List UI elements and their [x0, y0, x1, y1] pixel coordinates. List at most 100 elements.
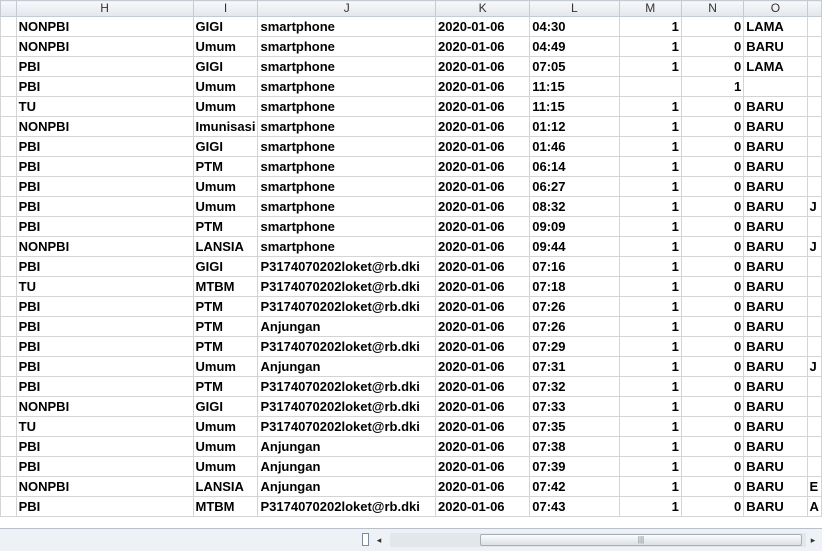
cell-p[interactable]: A: [806, 496, 822, 517]
cell-i[interactable]: Umum: [192, 436, 259, 457]
cell-g[interactable]: [0, 236, 17, 257]
cell-j[interactable]: smartphone: [257, 76, 437, 97]
cell-p[interactable]: [806, 156, 822, 177]
cell-n[interactable]: 0: [680, 496, 745, 517]
cell-m[interactable]: 1: [618, 256, 682, 277]
cell-l[interactable]: 04:49: [529, 36, 620, 57]
cell-k[interactable]: 2020-01-06: [435, 376, 531, 397]
cell-o[interactable]: BARU: [743, 216, 808, 237]
cell-p[interactable]: [806, 296, 822, 317]
cell-h[interactable]: TU: [15, 276, 194, 297]
cell-m[interactable]: 1: [618, 16, 682, 37]
cell-h[interactable]: NONPBI: [15, 236, 194, 257]
cell-n[interactable]: 0: [680, 156, 745, 177]
cell-l[interactable]: 04:30: [529, 16, 620, 37]
cell-g[interactable]: [0, 456, 17, 477]
cell-p[interactable]: [806, 376, 822, 397]
cell-p[interactable]: E: [806, 476, 822, 497]
cell-n[interactable]: 0: [680, 296, 745, 317]
cell-m[interactable]: 1: [618, 236, 682, 257]
cell-k[interactable]: 2020-01-06: [435, 216, 531, 237]
cell-j[interactable]: smartphone: [257, 216, 437, 237]
cell-j[interactable]: smartphone: [257, 156, 437, 177]
cell-h[interactable]: NONPBI: [15, 396, 194, 417]
cell-p[interactable]: [806, 216, 822, 237]
cell-g[interactable]: [0, 416, 17, 437]
cell-j[interactable]: Anjungan: [257, 476, 437, 497]
cell-p[interactable]: [806, 276, 822, 297]
cell-p[interactable]: [806, 96, 822, 117]
cell-o[interactable]: BARU: [743, 96, 808, 117]
cell-j[interactable]: smartphone: [257, 116, 437, 137]
cell-p[interactable]: [806, 256, 822, 277]
cell-n[interactable]: 0: [680, 376, 745, 397]
cell-j[interactable]: Anjungan: [257, 456, 437, 477]
cell-m[interactable]: 1: [618, 116, 682, 137]
cell-g[interactable]: [0, 36, 17, 57]
cell-o[interactable]: BARU: [743, 476, 808, 497]
cell-j[interactable]: Anjungan: [257, 356, 437, 377]
cell-i[interactable]: MTBM: [192, 276, 259, 297]
column-header-o[interactable]: O: [743, 0, 808, 17]
cell-n[interactable]: 0: [680, 336, 745, 357]
cell-i[interactable]: PTM: [192, 316, 259, 337]
cell-k[interactable]: 2020-01-06: [435, 16, 531, 37]
cell-k[interactable]: 2020-01-06: [435, 176, 531, 197]
cell-h[interactable]: PBI: [15, 376, 194, 397]
cell-m[interactable]: 1: [618, 56, 682, 77]
cell-h[interactable]: PBI: [15, 176, 194, 197]
cell-p[interactable]: [806, 456, 822, 477]
cell-j[interactable]: smartphone: [257, 196, 437, 217]
cell-j[interactable]: Anjungan: [257, 436, 437, 457]
cell-n[interactable]: 0: [680, 256, 745, 277]
cell-h[interactable]: PBI: [15, 76, 194, 97]
column-header-prev[interactable]: [0, 0, 17, 17]
cell-k[interactable]: 2020-01-06: [435, 76, 531, 97]
cell-j[interactable]: P3174070202loket@rb.dki: [257, 416, 437, 437]
cell-k[interactable]: 2020-01-06: [435, 236, 531, 257]
cell-h[interactable]: TU: [15, 96, 194, 117]
cell-j[interactable]: P3174070202loket@rb.dki: [257, 496, 437, 517]
cell-o[interactable]: BARU: [743, 256, 808, 277]
cell-m[interactable]: 1: [618, 476, 682, 497]
cell-n[interactable]: 0: [680, 176, 745, 197]
cell-i[interactable]: PTM: [192, 216, 259, 237]
cell-n[interactable]: 0: [680, 36, 745, 57]
cell-p[interactable]: [806, 56, 822, 77]
cell-k[interactable]: 2020-01-06: [435, 456, 531, 477]
cell-o[interactable]: BARU: [743, 396, 808, 417]
cell-i[interactable]: MTBM: [192, 496, 259, 517]
cell-j[interactable]: smartphone: [257, 236, 437, 257]
cell-i[interactable]: PTM: [192, 336, 259, 357]
cell-m[interactable]: 1: [618, 296, 682, 317]
cell-h[interactable]: PBI: [15, 136, 194, 157]
cell-n[interactable]: 0: [680, 316, 745, 337]
cell-j[interactable]: smartphone: [257, 56, 437, 77]
cell-p[interactable]: J: [806, 356, 822, 377]
cell-n[interactable]: 0: [680, 276, 745, 297]
cell-p[interactable]: [806, 436, 822, 457]
cell-l[interactable]: 09:09: [529, 216, 620, 237]
cell-g[interactable]: [0, 196, 17, 217]
cell-m[interactable]: 1: [618, 496, 682, 517]
cell-g[interactable]: [0, 296, 17, 317]
cell-g[interactable]: [0, 216, 17, 237]
cell-k[interactable]: 2020-01-06: [435, 356, 531, 377]
cell-l[interactable]: 07:26: [529, 296, 620, 317]
cell-o[interactable]: BARU: [743, 136, 808, 157]
cell-h[interactable]: PBI: [15, 356, 194, 377]
cell-p[interactable]: [806, 36, 822, 57]
column-header-m[interactable]: M: [618, 0, 682, 17]
cell-m[interactable]: 1: [618, 416, 682, 437]
cell-l[interactable]: 07:16: [529, 256, 620, 277]
cell-i[interactable]: Umum: [192, 96, 259, 117]
cell-m[interactable]: 1: [618, 196, 682, 217]
cell-g[interactable]: [0, 156, 17, 177]
cell-n[interactable]: 0: [680, 116, 745, 137]
cell-m[interactable]: 1: [618, 356, 682, 377]
cell-m[interactable]: 1: [618, 336, 682, 357]
cell-j[interactable]: Anjungan: [257, 316, 437, 337]
cell-l[interactable]: 06:27: [529, 176, 620, 197]
split-handle[interactable]: [362, 533, 369, 546]
cell-j[interactable]: P3174070202loket@rb.dki: [257, 256, 437, 277]
